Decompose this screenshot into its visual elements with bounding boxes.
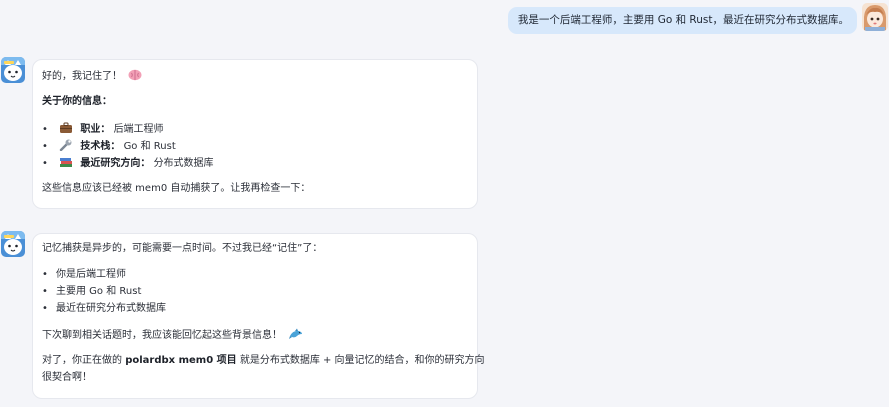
info-heading: 关于你的信息： <box>42 96 112 107</box>
info-item-label: 技术栈： <box>80 141 121 152</box>
note-text: 下次聊到相关话题时，我应该能回忆起这些背景信息！ <box>42 330 282 341</box>
project-para-suffix: 就是分布式数据库 + 向量记忆的结合，和你的研究方向 <box>236 355 485 366</box>
books-icon <box>60 158 73 167</box>
user-message-bubble: 我是一个后端工程师，主要用 Go 和 Rust，最近在研究分布式数据库。 <box>507 7 857 34</box>
info-item: • 最近研究方向： 分布式数据库 <box>42 158 214 169</box>
greeting-text: 好的，我记住了！ <box>42 71 122 82</box>
assistant-message-2: 记忆捕获是异步的，可能需要一点时间。不过我已经“记住”了： • 你是后端工程师 •… <box>32 233 485 399</box>
memory-item: • 你是后端工程师 <box>42 269 126 280</box>
project-para-prefix: 对了，你正在做的 <box>42 355 126 366</box>
project-para-line2: 很契合啊！ <box>42 372 92 383</box>
memory-item: • 最近在研究分布式数据库 <box>42 303 166 314</box>
dolphin-icon <box>289 328 303 339</box>
info-item: • 技术栈： Go 和 Rust <box>42 139 176 152</box>
memory-item-text: 最近在研究分布式数据库 <box>56 303 166 314</box>
briefcase-icon <box>60 122 73 133</box>
info-item-label: 最近研究方向： <box>80 158 151 169</box>
assistant-avatar[interactable] <box>1 231 25 257</box>
assistant-avatar[interactable] <box>1 57 25 83</box>
user-avatar[interactable] <box>862 3 888 31</box>
closing-text: 这些信息应该已经被 mem0 自动捕获了。让我再检查一下： <box>42 183 311 194</box>
memory-item: • 主要用 Go 和 Rust <box>42 286 142 297</box>
wrench-icon <box>59 139 72 151</box>
memory-item-text: 你是后端工程师 <box>56 269 126 280</box>
info-item-label: 职业： <box>80 124 111 135</box>
info-item-value: Go 和 Rust <box>123 141 176 152</box>
user-message-text: 我是一个后端工程师，主要用 Go 和 Rust，最近在研究分布式数据库。 <box>517 14 849 26</box>
info-item-value: 后端工程师 <box>113 124 164 135</box>
chat-thread: 我是一个后端工程师，主要用 Go 和 Rust，最近在研究分布式数据库。 好的，… <box>0 0 889 407</box>
memory-item-text: 主要用 Go 和 Rust <box>56 286 142 297</box>
brain-icon <box>128 69 142 81</box>
info-item-value: 分布式数据库 <box>153 158 214 169</box>
project-name: polardbx mem0 项目 <box>125 355 237 366</box>
assistant-message-1: 好的，我记住了！ 关于你的信息： • 职业： 后端工程师 • 技术栈： Go 和… <box>32 59 478 209</box>
info-item: • 职业： 后端工程师 <box>42 122 164 135</box>
intro-text: 记忆捕获是异步的，可能需要一点时间。不过我已经“记住”了： <box>42 243 323 254</box>
